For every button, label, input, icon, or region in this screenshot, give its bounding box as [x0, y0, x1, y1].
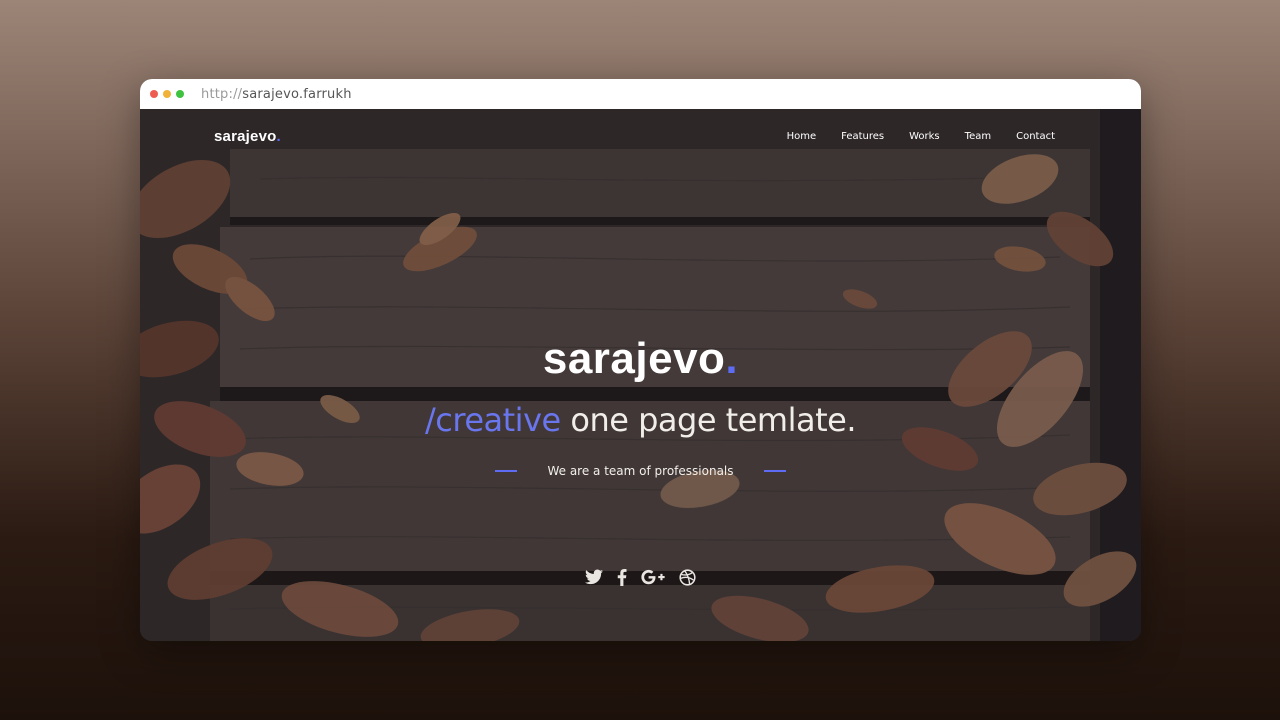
google-plus-icon[interactable] — [641, 567, 665, 587]
maximize-window-button[interactable] — [176, 90, 184, 98]
hero-subtitle-accent: /creative — [425, 401, 561, 439]
minimize-window-button[interactable] — [163, 90, 171, 98]
browser-toolbar: http://sarajevo.farrukh — [140, 79, 1141, 109]
hero-title-dot: . — [725, 334, 739, 383]
nav-menu: Home Features Works Team Contact — [762, 131, 1055, 142]
twitter-icon[interactable] — [585, 567, 603, 587]
hero-subtitle: /creative one page temlate. — [140, 404, 1141, 436]
hero-title-text: sarajevo — [542, 334, 726, 383]
facebook-icon[interactable] — [617, 567, 627, 587]
close-window-button[interactable] — [150, 90, 158, 98]
nav-link-features[interactable]: Features — [841, 131, 884, 142]
hero-subtitle-rest: one page temlate. — [560, 401, 856, 439]
logo-dot: . — [276, 128, 281, 145]
tagline-divider-right — [763, 470, 786, 472]
site-navbar: sarajevo. Home Features Works Team Conta… — [140, 109, 1141, 165]
nav-link-team[interactable]: Team — [965, 131, 991, 142]
website-viewport: sarajevo. Home Features Works Team Conta… — [140, 109, 1141, 641]
hero-tagline-row: We are a team of professionals — [140, 464, 1141, 478]
url-protocol: http:// — [201, 86, 243, 102]
hero-tagline: We are a team of professionals — [547, 464, 734, 478]
dribbble-icon[interactable] — [679, 567, 696, 587]
url-host: sarajevo.farrukh — [242, 86, 352, 102]
browser-window: http://sarajevo.farrukh sarajevo. Home F… — [140, 79, 1141, 641]
social-links — [140, 567, 1141, 587]
tagline-divider-left — [495, 470, 518, 472]
nav-link-works[interactable]: Works — [909, 131, 940, 142]
logo-text: sarajevo — [214, 128, 277, 145]
address-bar[interactable]: http://sarajevo.farrukh — [201, 87, 352, 102]
hero-title: sarajevo. — [140, 337, 1141, 381]
site-logo[interactable]: sarajevo. — [214, 128, 281, 145]
nav-link-home[interactable]: Home — [787, 131, 817, 142]
nav-link-contact[interactable]: Contact — [1016, 131, 1055, 142]
